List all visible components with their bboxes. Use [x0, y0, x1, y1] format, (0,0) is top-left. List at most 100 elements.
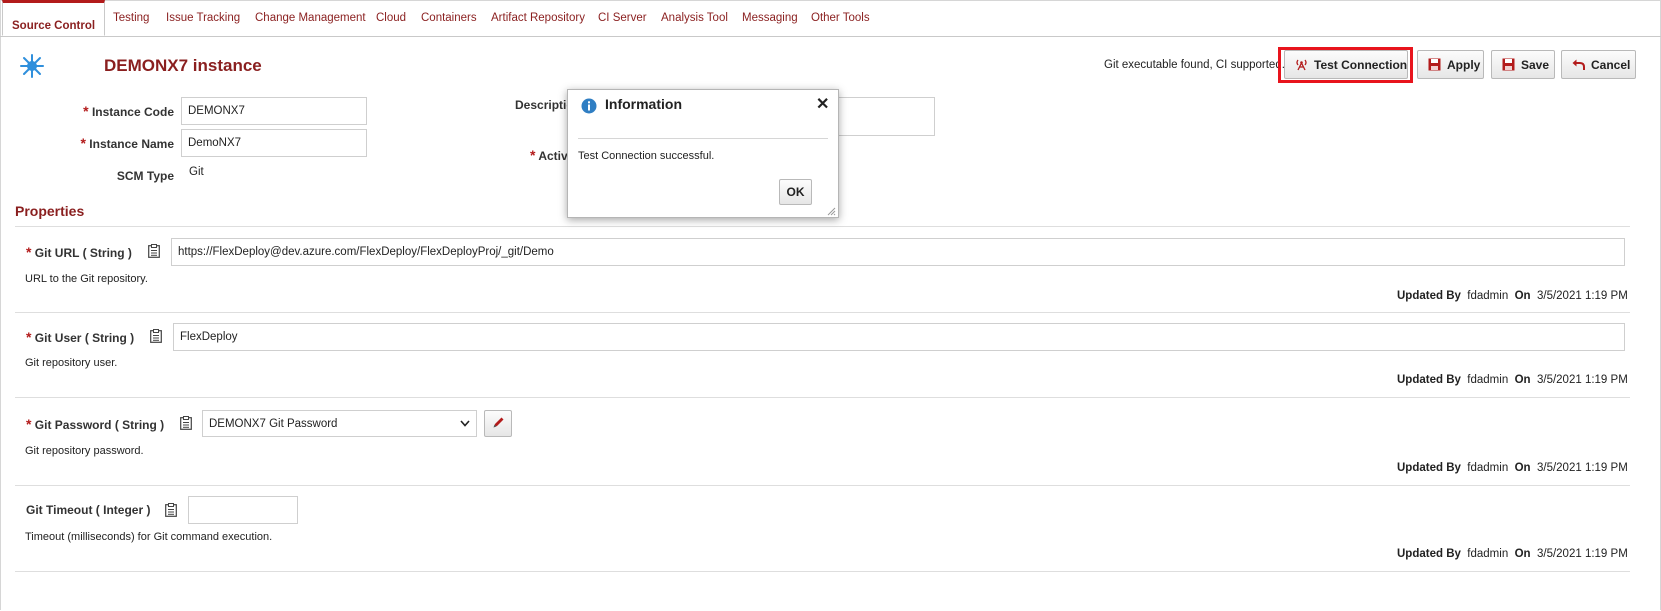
git-user-description: Git repository user.: [25, 357, 118, 369]
scm-type-label: SCM Type: [116, 169, 174, 183]
required-marker: *: [26, 416, 32, 432]
antenna-icon: [1295, 58, 1308, 71]
connection-status-text: Git executable found, CI supported.: [1104, 59, 1285, 71]
tab-cloud[interactable]: Cloud: [376, 12, 406, 24]
instance-code-label: Instance Code: [91, 105, 174, 119]
instance-name-label-row: * Instance Name: [60, 135, 175, 151]
resize-handle-icon[interactable]: [826, 205, 836, 219]
row-divider: [15, 312, 1630, 313]
updated-by-value: fdadmin: [1467, 462, 1509, 474]
undo-icon: [1572, 58, 1585, 71]
description-label: Descriptio: [515, 98, 574, 112]
tab-issue-tracking[interactable]: Issue Tracking: [166, 12, 240, 24]
required-marker: *: [26, 329, 32, 345]
floppy-icon: [1428, 58, 1441, 71]
git-url-label: Git URL ( String ): [34, 246, 132, 260]
row-divider: [15, 397, 1630, 398]
git-url-input[interactable]: https://FlexDeploy@dev.azure.com/FlexDep…: [171, 238, 1625, 266]
dialog-divider: [578, 138, 828, 139]
properties-title: Properties: [15, 203, 85, 219]
git-url-updated: Updated By fdadmin On 3/5/2021 1:19 PM: [1397, 290, 1628, 302]
git-password-updated: Updated By fdadmin On 3/5/2021 1:19 PM: [1397, 462, 1628, 474]
updated-by-value: fdadmin: [1467, 548, 1509, 560]
dialog-message: Test Connection successful.: [578, 150, 715, 162]
updated-by-label: Updated By: [1397, 290, 1461, 302]
updated-by-value: fdadmin: [1467, 374, 1509, 386]
flexdeploy-logo-icon: [19, 53, 45, 79]
on-label: On: [1514, 290, 1531, 302]
updated-on-value: 3/5/2021 1:19 PM: [1536, 374, 1628, 386]
git-password-label: Git Password ( String ): [34, 418, 165, 432]
tab-ci-server[interactable]: CI Server: [598, 12, 647, 24]
save-button[interactable]: Save: [1491, 50, 1555, 79]
instance-name-input[interactable]: DemoNX7: [181, 129, 367, 157]
updated-on-value: 3/5/2021 1:19 PM: [1536, 548, 1628, 560]
dialog-title: Information: [605, 96, 682, 112]
ok-button[interactable]: OK: [779, 179, 812, 205]
pencil-icon: [492, 416, 505, 432]
required-marker: *: [530, 147, 536, 163]
apply-button[interactable]: Apply: [1417, 50, 1484, 79]
tab-messaging[interactable]: Messaging: [742, 12, 798, 24]
clipboard-icon[interactable]: [165, 503, 177, 517]
required-marker: *: [80, 135, 86, 151]
instance-code-label-row: * Instance Code: [60, 103, 174, 119]
clipboard-icon[interactable]: [150, 329, 162, 343]
chevron-down-icon: [460, 418, 470, 430]
floppy-icon: [1502, 58, 1515, 71]
git-url-description: URL to the Git repository.: [25, 273, 148, 285]
git-timeout-input[interactable]: [188, 496, 298, 524]
clipboard-icon[interactable]: [148, 244, 160, 258]
close-icon[interactable]: ✕: [816, 94, 829, 114]
tab-change-management[interactable]: Change Management: [255, 12, 366, 24]
scm-type-value: Git: [189, 166, 204, 178]
tab-bar: Source Control Testing Issue Tracking Ch…: [0, 0, 1661, 37]
test-connection-label: Test Connection: [1314, 57, 1408, 72]
tab-analysis-tool[interactable]: Analysis Tool: [661, 12, 728, 24]
git-password-label-row: * Git Password ( String ): [26, 416, 164, 432]
page-title: DEMONX7 instance: [104, 56, 262, 75]
active-label-row: * Activ: [530, 147, 568, 163]
git-timeout-updated: Updated By fdadmin On 3/5/2021 1:19 PM: [1397, 548, 1628, 560]
on-label: On: [1514, 462, 1531, 474]
instance-code-input[interactable]: DEMONX7: [181, 97, 367, 125]
on-label: On: [1514, 374, 1531, 386]
tab-testing[interactable]: Testing: [113, 12, 149, 24]
git-user-input[interactable]: FlexDeploy: [173, 323, 1625, 351]
active-label: Activ: [538, 149, 568, 163]
git-password-description: Git repository password.: [25, 445, 144, 457]
updated-on-value: 3/5/2021 1:19 PM: [1536, 290, 1628, 302]
tab-source-control[interactable]: Source Control: [2, 0, 106, 36]
cancel-label: Cancel: [1591, 57, 1631, 72]
tab-containers[interactable]: Containers: [421, 12, 477, 24]
tab-artifact-repository[interactable]: Artifact Repository: [491, 12, 585, 24]
required-marker: *: [83, 103, 89, 119]
updated-on-value: 3/5/2021 1:19 PM: [1536, 462, 1628, 474]
apply-label: Apply: [1447, 57, 1481, 72]
git-url-label-row: * Git URL ( String ): [26, 244, 132, 260]
instance-name-label: Instance Name: [89, 137, 174, 151]
row-divider: [15, 485, 1630, 486]
git-user-label: Git User ( String ): [34, 331, 135, 345]
updated-by-value: fdadmin: [1467, 290, 1509, 302]
git-user-label-row: * Git User ( String ): [26, 329, 134, 345]
clipboard-icon[interactable]: [180, 416, 192, 430]
row-divider: [15, 571, 1630, 572]
section-divider: [15, 226, 1630, 227]
git-timeout-label: Git Timeout ( Integer ): [26, 503, 151, 517]
information-dialog: Information ✕ Test Connection successful…: [567, 89, 839, 218]
cancel-button[interactable]: Cancel: [1561, 50, 1636, 79]
edit-credential-button[interactable]: [484, 410, 512, 437]
tab-other-tools[interactable]: Other Tools: [811, 12, 870, 24]
save-label: Save: [1521, 57, 1550, 72]
git-password-selected: DEMONX7 Git Password: [209, 417, 338, 430]
on-label: On: [1514, 548, 1531, 560]
git-timeout-description: Timeout (milliseconds) for Git command e…: [25, 531, 273, 543]
git-password-select[interactable]: DEMONX7 Git Password: [202, 410, 477, 437]
updated-by-label: Updated By: [1397, 548, 1461, 560]
test-connection-button[interactable]: Test Connection: [1284, 50, 1408, 79]
git-user-updated: Updated By fdadmin On 3/5/2021 1:19 PM: [1397, 374, 1628, 386]
required-marker: *: [26, 244, 32, 260]
updated-by-label: Updated By: [1397, 462, 1461, 474]
info-icon: [581, 98, 597, 117]
